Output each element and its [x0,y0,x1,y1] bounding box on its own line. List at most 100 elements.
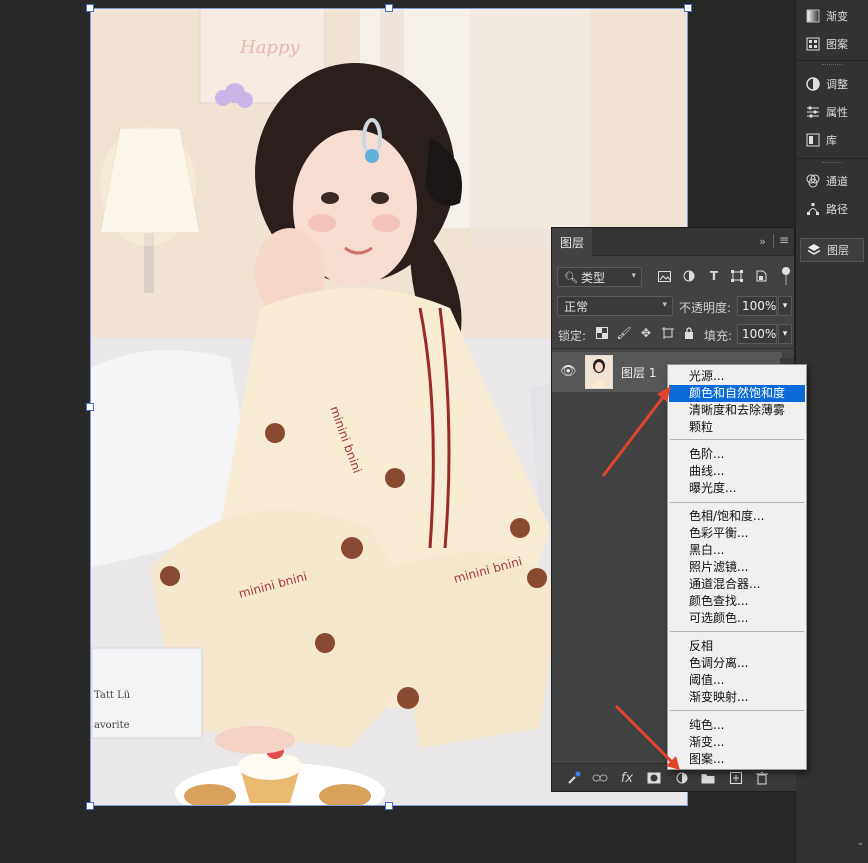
menu-item-grain[interactable]: 颗粒 [669,419,805,436]
menu-item-vibrance[interactable]: 颜色和自然饱和度 [669,385,805,402]
layers-tabbar: 图层 » ≡ [552,228,794,256]
menu-item-curves[interactable]: 曲线... [669,463,805,480]
dock-label-adjustments: 调整 [826,78,848,91]
pattern-icon [806,37,820,51]
lock-all-icon[interactable] [682,326,696,340]
chevron-down-icon: ▾ [782,329,788,339]
dock-label-gradients: 渐变 [826,10,848,23]
new-adjustment-layer-icon[interactable] [674,770,690,786]
adjustments-icon [806,77,820,91]
blend-mode-value: 正常 [564,299,589,314]
transform-handle-bl[interactable] [86,802,94,810]
dock-label-paths: 路径 [826,203,848,216]
chevron-down-icon: ▾ [662,300,667,310]
collapse-icon[interactable]: » [759,235,766,248]
menu-item-photo-filter[interactable]: 照片滤镜... [669,559,805,576]
new-layer-icon[interactable] [728,770,744,786]
new-group-folder-icon[interactable] [700,770,716,786]
fill-input[interactable]: 100% [737,324,777,344]
transform-handle-tl[interactable] [86,4,94,12]
panel-menu-icon[interactable]: ≡ [779,233,789,247]
layer-name[interactable]: 图层 1 [621,364,656,381]
lock-row: 锁定: 🖌︎ ✥ 填充: 100% ▾ [552,320,796,348]
blend-mode-select[interactable]: 正常 ▾ [557,296,673,316]
transform-handle-tr[interactable] [684,4,692,12]
fill-label: 填充: [704,329,733,343]
menu-item-color-lookup[interactable]: 颜色查找... [669,593,805,610]
search-icon: 🔍︎ [564,270,578,284]
tab-layers-label: 图层 [559,235,584,250]
menu-item-gradient-map[interactable]: 渐变映射... [669,689,805,706]
filter-type-icon[interactable]: T [707,269,721,283]
dock-item-patterns[interactable]: 图案 [800,32,864,56]
opacity-input[interactable]: 100% [737,296,777,316]
fx-button[interactable]: fx [619,770,635,786]
transform-handle-tc[interactable] [385,4,393,12]
dock-item-properties[interactable]: 属性 [800,100,864,124]
adjustment-layer-menu: 光源... 颜色和自然饱和度 清晰度和去除薄雾 颗粒 色阶... 曲线... 曝… [667,364,807,770]
opacity-dropdown[interactable]: ▾ [778,296,792,316]
filter-smart-object-icon[interactable] [754,269,768,283]
filter-toggle-switch[interactable] [782,267,790,275]
layers-icon [807,243,821,257]
dock-scroll-down-icon[interactable]: ⌄ [856,838,864,848]
chevron-down-icon: ▾ [782,301,788,311]
menu-item-selective-color[interactable]: 可选颜色... [669,610,805,627]
menu-item-color-balance[interactable]: 色彩平衡... [669,525,805,542]
menu-item-solid-color[interactable]: 纯色... [669,717,805,734]
wall-sign-text: Happy [239,37,300,58]
paths-icon [806,202,820,216]
menu-item-posterize[interactable]: 色调分离... [669,655,805,672]
opacity-value: 100% [742,299,777,313]
visibility-eye-icon[interactable]: 👁︎ [560,364,577,379]
card-text-2: avorite [94,720,130,731]
blend-row: 正常 ▾ 不透明度: 100% ▾ [552,292,796,320]
transform-handle-ml[interactable] [86,403,94,411]
opacity-label: 不透明度: [679,301,732,315]
filter-adjustment-icon[interactable] [682,269,696,283]
menu-item-gradient[interactable]: 渐变... [669,734,805,751]
lock-artboard-icon[interactable] [661,326,675,340]
dock-item-libraries[interactable]: 库 [800,128,864,152]
menu-item-channel-mixer[interactable]: 通道混合器... [669,576,805,593]
add-mask-icon[interactable] [646,770,662,786]
lock-transparent-icon[interactable] [595,326,609,340]
menu-item-light-source[interactable]: 光源... [669,368,805,385]
dock-item-gradients[interactable]: 渐变 [800,4,864,28]
filter-shape-icon[interactable] [730,269,744,283]
card-text-1: Tatt Lü [94,690,131,701]
menu-item-black-white[interactable]: 黑白... [669,542,805,559]
dock-item-adjustments[interactable]: 调整 [800,72,864,96]
delete-layer-trash-icon[interactable] [754,770,770,786]
filter-pixel-icon[interactable] [657,269,671,283]
lock-label: 锁定: [558,329,587,343]
dock-label-layers: 图层 [827,244,849,257]
dock-label-patterns: 图案 [826,38,848,51]
dock-item-channels[interactable]: 通道 [800,169,864,193]
dock-label-libraries: 库 [826,134,837,147]
menu-item-pattern[interactable]: 图案... [669,751,805,768]
transform-handle-bc[interactable] [385,802,393,810]
menu-item-invert[interactable]: 反相 [669,638,805,655]
lock-position-move-icon[interactable]: ✥ [639,326,653,340]
libraries-icon [806,133,820,147]
lock-image-brush-icon[interactable]: 🖌︎ [616,326,631,340]
layer-thumbnail[interactable] [585,355,613,389]
link-layers-brush-icon[interactable] [566,770,582,786]
filter-row: 🔍︎ 类型 ▾ T [552,263,796,291]
tab-layers[interactable]: 图层 [552,228,592,256]
menu-item-levels[interactable]: 色阶... [669,446,805,463]
menu-item-threshold[interactable]: 阈值... [669,672,805,689]
filter-kind-select[interactable]: 🔍︎ 类型 ▾ [557,267,642,287]
fx-label: fx [620,770,634,786]
properties-icon [806,105,820,119]
fill-dropdown[interactable]: ▾ [778,324,792,344]
menu-item-clarity-dehaze[interactable]: 清晰度和去除薄雾 [669,402,805,419]
dock-label-properties: 属性 [826,106,848,119]
menu-item-exposure[interactable]: 曝光度... [669,480,805,497]
link-icon[interactable] [592,770,608,786]
dock-item-layers[interactable]: 图层 [800,238,864,262]
dock-item-paths[interactable]: 路径 [800,197,864,221]
menu-item-hue-saturation[interactable]: 色相/饱和度... [669,508,805,525]
fill-value: 100% [742,327,777,341]
